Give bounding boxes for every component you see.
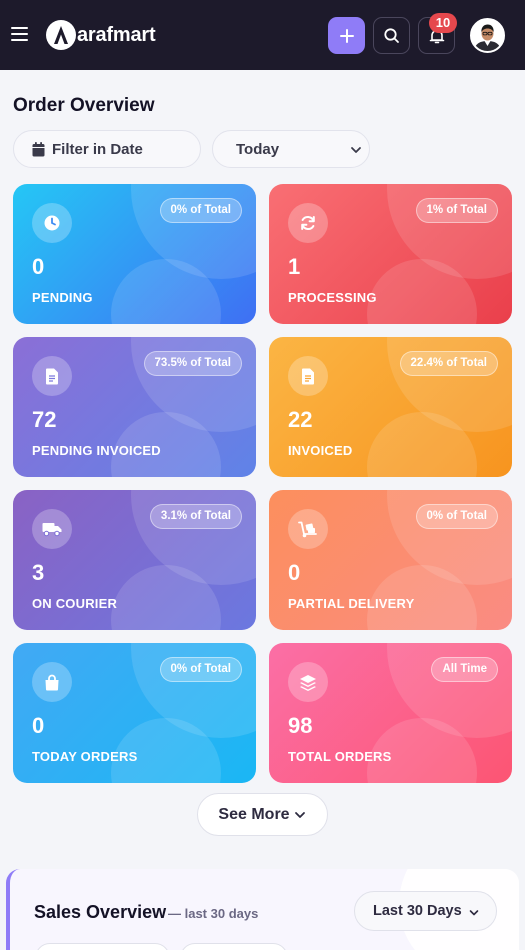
dolly-icon xyxy=(288,509,328,549)
status-card-processing[interactable]: 1% of Total 1 PROCESSING xyxy=(269,184,512,324)
logo-text: arafmart xyxy=(77,23,156,46)
order-count: 22 xyxy=(288,407,313,432)
document-icon xyxy=(288,356,328,396)
status-label: PENDING INVOICED xyxy=(32,443,161,458)
status-label: PENDING xyxy=(32,290,93,305)
top-bar: arafmart 10 xyxy=(0,0,525,70)
order-count: 0 xyxy=(32,713,45,738)
status-label: PROCESSING xyxy=(288,290,377,305)
status-label: TOTAL ORDERS xyxy=(288,749,392,764)
sales-overview-title: Sales Overview xyxy=(34,902,167,922)
status-card-pending-invoiced[interactable]: 73.5% of Total 72 PENDING INVOICED xyxy=(13,337,256,477)
refresh-icon xyxy=(288,203,328,243)
sales-period-select[interactable]: Last 30 Days xyxy=(354,891,497,931)
status-card-pending[interactable]: 0% of Total 0 PENDING xyxy=(13,184,256,324)
calendar-icon xyxy=(32,141,45,156)
chevron-down-icon xyxy=(351,147,361,153)
order-count: 1 xyxy=(288,254,301,279)
sales-filter-pill[interactable] xyxy=(180,943,288,950)
user-avatar[interactable] xyxy=(470,18,505,53)
share-badge: 0% of Total xyxy=(415,504,498,529)
truck-icon xyxy=(32,509,72,549)
sales-period-value: Last 30 Days xyxy=(373,903,462,919)
page-title: Order Overview xyxy=(13,95,155,116)
status-card-invoiced[interactable]: 22.4% of Total 22 INVOICED xyxy=(269,337,512,477)
share-badge: 22.4% of Total xyxy=(399,351,498,376)
logo[interactable]: arafmart xyxy=(46,20,156,50)
order-count: 3 xyxy=(32,560,45,585)
date-filter-label: Filter in Date xyxy=(52,140,143,158)
status-label: ON COURIER xyxy=(32,596,118,611)
order-count: 72 xyxy=(32,407,57,432)
share-badge: 73.5% of Total xyxy=(143,351,242,376)
notification-count-badge: 10 xyxy=(429,13,457,33)
date-filter-button[interactable]: Filter in Date xyxy=(13,130,201,168)
share-badge: All Time xyxy=(431,657,498,682)
logo-mark-icon xyxy=(46,20,76,50)
period-select[interactable]: Today xyxy=(212,130,370,168)
menu-icon[interactable] xyxy=(11,27,28,41)
order-count: 0 xyxy=(288,560,301,585)
share-badge: 0% of Total xyxy=(159,657,242,682)
sales-overview-subtitle: — last 30 days xyxy=(168,906,259,921)
layers-icon xyxy=(288,662,328,702)
clock-icon xyxy=(32,203,72,243)
order-count: 98 xyxy=(288,713,313,738)
status-card-today-orders[interactable]: 0% of Total 0 TODAY ORDERS xyxy=(13,643,256,783)
status-card-partial-delivery[interactable]: 0% of Total 0 PARTIAL DELIVERY xyxy=(269,490,512,630)
order-count: 0 xyxy=(32,254,45,279)
see-more-label: See More xyxy=(218,805,290,823)
share-badge: 1% of Total xyxy=(415,198,498,223)
add-button[interactable] xyxy=(328,17,365,54)
sales-filter-pill[interactable] xyxy=(35,943,170,950)
shopping-bag-icon xyxy=(32,662,72,702)
chevron-down-icon xyxy=(469,910,479,916)
period-select-value: Today xyxy=(236,140,280,158)
document-icon xyxy=(32,356,72,396)
share-badge: 0% of Total xyxy=(159,198,242,223)
chevron-down-icon xyxy=(294,811,305,818)
sales-overview-panel: Sales Overview — last 30 days Last 30 Da… xyxy=(6,869,519,950)
plus-icon xyxy=(339,28,354,43)
status-card-on-courier[interactable]: 3.1% of Total 3 ON COURIER xyxy=(13,490,256,630)
status-label: INVOICED xyxy=(288,443,353,458)
status-label: PARTIAL DELIVERY xyxy=(288,596,415,611)
search-icon xyxy=(384,28,399,43)
see-more-button[interactable]: See More xyxy=(197,793,328,836)
share-badge: 3.1% of Total xyxy=(149,504,242,529)
status-card-total-orders[interactable]: All Time 98 TOTAL ORDERS xyxy=(269,643,512,783)
status-label: TODAY ORDERS xyxy=(32,749,138,764)
search-button[interactable] xyxy=(373,17,410,54)
